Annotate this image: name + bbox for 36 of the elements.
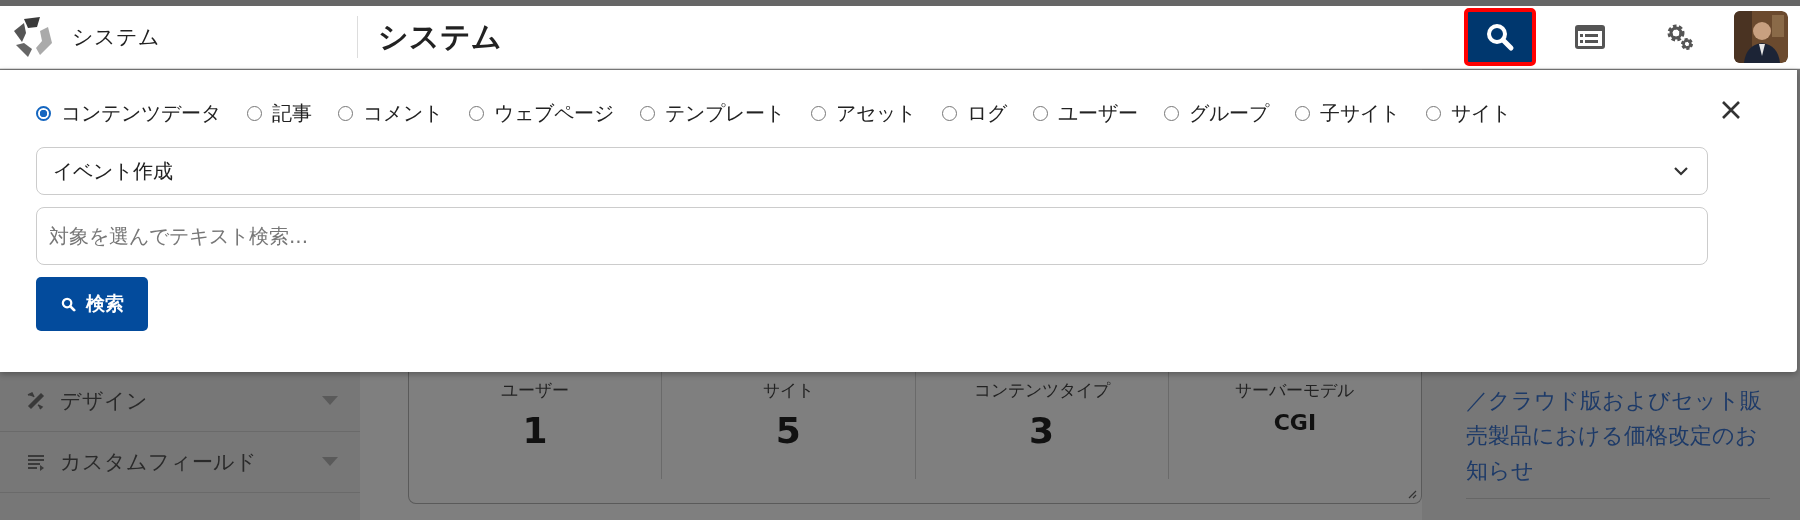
stat-value: 3 bbox=[1029, 410, 1055, 451]
type-select[interactable]: イベント作成 bbox=[36, 147, 1708, 195]
scope-radio[interactable]: コンテンツデータ bbox=[36, 100, 221, 127]
stat-label: コンテンツタイプ bbox=[973, 379, 1110, 402]
caret-icon bbox=[322, 457, 338, 467]
search-submit-button[interactable]: 検索 bbox=[36, 277, 148, 331]
scope-radio[interactable]: ユーザー bbox=[1033, 100, 1138, 127]
scope-radio[interactable]: テンプレート bbox=[640, 100, 785, 127]
scope-radio[interactable]: アセット bbox=[811, 100, 916, 127]
pencil-ruler-icon bbox=[26, 391, 46, 411]
scope-radio[interactable]: コメント bbox=[338, 100, 443, 127]
stat-label: サイト bbox=[762, 379, 814, 402]
scope-radio[interactable]: 子サイト bbox=[1295, 100, 1400, 127]
app-name: システム bbox=[72, 24, 160, 51]
search-icon bbox=[60, 296, 76, 312]
stat-value: 5 bbox=[775, 410, 801, 451]
scope-radio[interactable]: ウェブページ bbox=[469, 100, 614, 127]
search-icon bbox=[1485, 22, 1515, 52]
search-field[interactable]: 対象を選んでテキスト検索... bbox=[36, 207, 1708, 265]
scope-radio[interactable]: グループ bbox=[1164, 100, 1269, 127]
scope-radio[interactable]: サイト bbox=[1426, 100, 1511, 127]
close-icon[interactable] bbox=[1721, 100, 1741, 120]
scope-radio[interactable]: 記事 bbox=[247, 100, 312, 127]
stat-value: 1 bbox=[522, 410, 548, 451]
stat-value: CGI bbox=[1273, 410, 1317, 435]
scope-radio[interactable]: ログ bbox=[942, 100, 1007, 127]
resize-grip-icon bbox=[1407, 489, 1417, 499]
caret-icon bbox=[322, 396, 338, 406]
window-icon bbox=[1574, 23, 1606, 51]
stat-label: ユーザー bbox=[501, 379, 570, 402]
chevron-icon bbox=[1673, 166, 1689, 176]
page-title: システム bbox=[378, 17, 503, 56]
list-icon bbox=[26, 452, 46, 472]
stat-label: サーバーモデル bbox=[1235, 379, 1355, 402]
settings-icon bbox=[1665, 22, 1695, 52]
search-button[interactable] bbox=[1464, 8, 1536, 66]
